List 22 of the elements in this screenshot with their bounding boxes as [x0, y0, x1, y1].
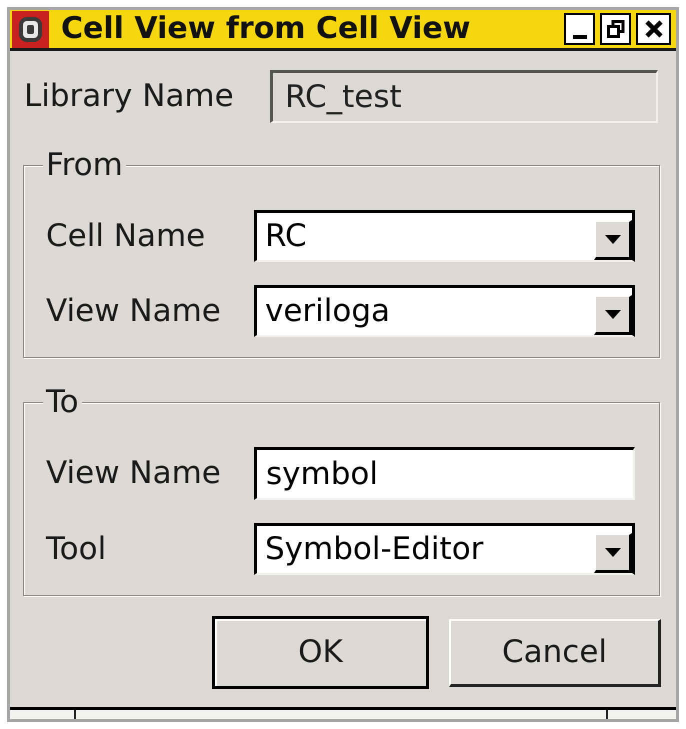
field-label: Tool [46, 534, 108, 564]
field-label: View Name [46, 296, 222, 326]
caret-icon[interactable] [594, 220, 632, 260]
caret-icon[interactable] [594, 533, 632, 573]
close-icon [644, 20, 662, 38]
dropdown-field[interactable]: Symbol-Editor [254, 523, 635, 575]
minimize-icon [572, 35, 586, 39]
dialog-button[interactable]: Cancel [449, 618, 661, 686]
field-label: Cell Name [46, 220, 206, 252]
input-field[interactable]: symbol [254, 447, 635, 500]
window-title: Cell View from Cell View [61, 14, 470, 44]
restore-button[interactable] [600, 13, 631, 45]
caret-icon[interactable] [594, 295, 632, 335]
close-button[interactable] [636, 13, 671, 45]
restore-icon [606, 20, 624, 38]
minimize-button[interactable] [564, 13, 595, 45]
dropdown-field[interactable]: veriloga [254, 285, 635, 337]
field-label: Library Name [24, 81, 235, 112]
app-logo-icon [12, 10, 49, 48]
dropdown-field[interactable]: RC [254, 210, 635, 262]
field-label: View Name [46, 458, 222, 489]
dialog-button[interactable]: OK [212, 616, 429, 689]
